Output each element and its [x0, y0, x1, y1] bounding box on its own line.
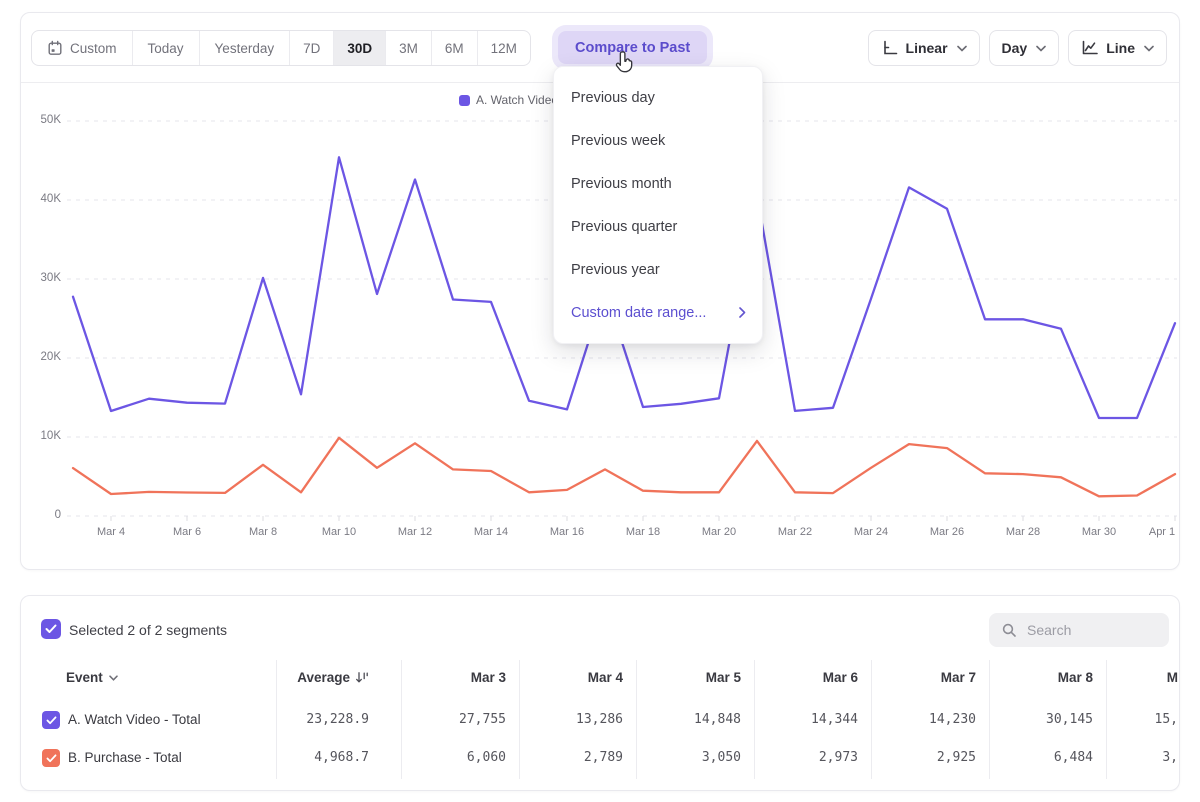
table-cell-value: 6,060	[396, 750, 506, 765]
x-axis-tick-label: Mar 16	[550, 526, 584, 538]
segment-checkbox-a-watch-video-total[interactable]	[42, 711, 60, 729]
average-value: 4,968.7	[219, 750, 369, 765]
checkmark-icon	[45, 624, 57, 634]
y-axis-tick-label: 10K	[21, 430, 61, 442]
x-axis-tick-label: Mar 14	[474, 526, 508, 538]
menu-item-previous-week[interactable]: Previous week	[554, 119, 762, 162]
select-all-checkbox[interactable]	[41, 619, 61, 639]
segment-row-label: A. Watch Video - Total	[68, 712, 201, 727]
menu-item-previous-day[interactable]: Previous day	[554, 76, 762, 119]
x-axis-tick-label: Mar 28	[1006, 526, 1040, 538]
table-cell-value: 27,755	[396, 712, 506, 727]
average-header-label: Average	[297, 670, 350, 685]
x-axis-tick-label: Mar 8	[249, 526, 277, 538]
y-axis-tick-label: 40K	[21, 193, 61, 205]
date-column-header: Mar 5	[631, 670, 741, 685]
sort-descending-icon	[355, 671, 369, 684]
table-cell-value: 13,286	[513, 712, 623, 727]
chevron-down-icon	[109, 675, 118, 681]
analytics-dashboard: CustomTodayYesterday7D30D3M6M12M Compare…	[0, 0, 1200, 802]
y-axis-tick-label: 30K	[21, 272, 61, 284]
table-cell-value: 14,230	[866, 712, 976, 727]
y-axis-tick-label: 20K	[21, 351, 61, 363]
menu-item-previous-year[interactable]: Previous year	[554, 248, 762, 291]
segment-row-label: B. Purchase - Total	[68, 750, 182, 765]
checkmark-icon	[46, 716, 57, 725]
x-axis-tick-label: Apr 1	[1149, 526, 1175, 538]
y-axis-tick-label: 0	[21, 509, 61, 521]
event-column-header[interactable]: Event	[66, 670, 118, 685]
menu-item-custom-date-range[interactable]: Custom date range...	[554, 291, 762, 334]
x-axis-tick-label: Mar 10	[322, 526, 356, 538]
compare-to-past-menu: Previous dayPrevious weekPrevious monthP…	[553, 66, 763, 344]
checkmark-icon	[46, 754, 57, 763]
average-value: 23,228.9	[219, 712, 369, 727]
table-cell-value: 2,973	[748, 750, 858, 765]
x-axis-tick-label: Mar 12	[398, 526, 432, 538]
x-axis-tick-label: Mar 4	[97, 526, 125, 538]
x-axis-tick-label: Mar 24	[854, 526, 888, 538]
x-axis-tick-label: Mar 30	[1082, 526, 1116, 538]
table-cell-value: 14,848	[631, 712, 741, 727]
date-column-header: Mar 7	[866, 670, 976, 685]
segment-checkbox-b-purchase-total[interactable]	[42, 749, 60, 767]
table-cell-value: 2,789	[513, 750, 623, 765]
menu-item-previous-quarter[interactable]: Previous quarter	[554, 205, 762, 248]
table-cell-value: 3,	[1068, 750, 1178, 765]
date-column-header: Mar 6	[748, 670, 858, 685]
x-axis-tick-label: Mar 20	[702, 526, 736, 538]
date-column-header: Mar 4	[513, 670, 623, 685]
search-placeholder: Search	[1027, 622, 1071, 638]
y-axis-tick-label: 50K	[21, 114, 61, 126]
x-axis-tick-label: Mar 18	[626, 526, 660, 538]
menu-item-previous-month[interactable]: Previous month	[554, 162, 762, 205]
table-cell-value: 3,050	[631, 750, 741, 765]
search-input[interactable]: Search	[989, 613, 1169, 647]
date-column-header: M	[1068, 670, 1178, 685]
table-cell-value: 14,344	[748, 712, 858, 727]
table-cell-value: 15,	[1068, 712, 1178, 727]
x-axis-tick-label: Mar 26	[930, 526, 964, 538]
event-header-label: Event	[66, 670, 103, 685]
table-cell-value: 2,925	[866, 750, 976, 765]
average-column-header[interactable]: Average	[219, 670, 369, 685]
x-axis-tick-label: Mar 22	[778, 526, 812, 538]
date-column-header: Mar 3	[396, 670, 506, 685]
segments-card: Selected 2 of 2 segments Search Event Av…	[20, 595, 1180, 791]
chevron-right-icon	[739, 307, 746, 318]
search-icon	[1001, 622, 1017, 638]
segments-table: Event Average Mar 3 Mar 4 Mar 5 Mar 6 Mar 7 M…	[21, 656, 1179, 791]
selected-segments-label: Selected 2 of 2 segments	[69, 622, 227, 638]
x-axis-tick-label: Mar 6	[173, 526, 201, 538]
